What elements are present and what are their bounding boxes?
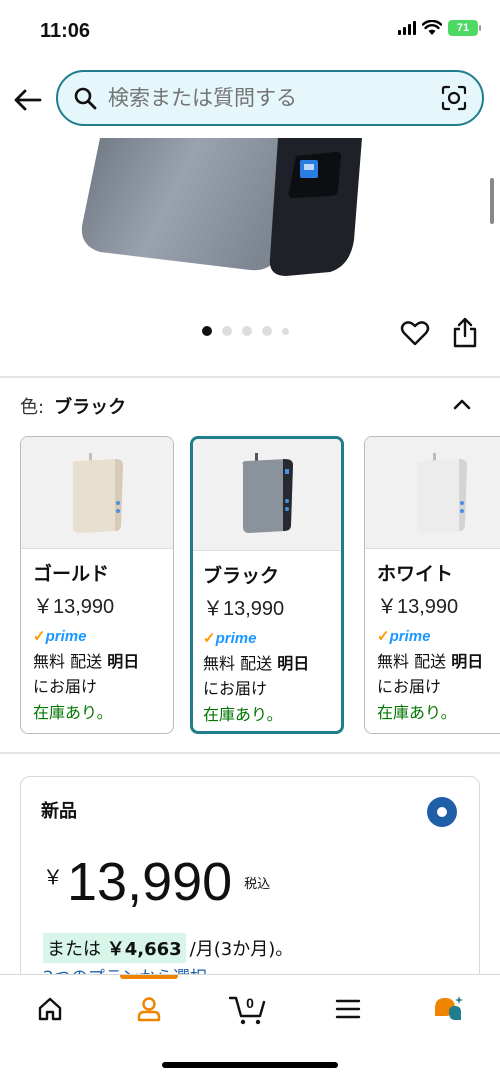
gallery-dot-active[interactable] — [202, 326, 212, 336]
home-icon — [38, 997, 62, 1021]
installment-term: /月(3か月)。 — [189, 939, 294, 960]
color-selector-header[interactable]: 色: ブラック — [20, 390, 480, 422]
price-currency: ￥ — [43, 867, 63, 889]
variant-delivery: 無料 配送 明日 にお届け — [203, 654, 310, 698]
gallery-dot[interactable] — [242, 326, 252, 336]
variant-card-black[interactable]: ブラック ￥13,990 ✓prime 無料 配送 明日 にお届け 在庫あり。 — [190, 436, 344, 734]
search-icon — [72, 85, 98, 111]
variant-price: ￥13,990 — [377, 596, 459, 618]
nav-home[interactable] — [30, 989, 70, 1029]
status-bar: 11:06 71 — [0, 0, 500, 62]
price-display: ￥ 13,990 税込 — [43, 851, 270, 913]
cart-icon: 0 — [228, 995, 266, 1025]
variant-name: ブラック — [203, 565, 280, 587]
cellular-signal-icon — [398, 21, 416, 35]
color-label: 色: — [20, 397, 45, 418]
color-selected-value: ブラック — [54, 397, 127, 418]
variant-delivery: 無料 配送 明日 にお届け — [33, 652, 140, 696]
gallery-pagination[interactable] — [202, 326, 289, 336]
installment-info: または ￥4,663 /月(3か月)。 — [43, 933, 293, 963]
chevron-up-icon[interactable] — [450, 392, 474, 416]
condition-title: 新品 — [41, 801, 77, 822]
variant-price: ￥13,990 — [33, 596, 115, 618]
prime-check-icon: ✓ — [33, 628, 46, 645]
wifi-icon — [422, 20, 442, 35]
back-arrow-icon — [14, 89, 42, 111]
prime-badge: ✓prime — [33, 628, 87, 645]
variant-delivery: 無料 配送 明日 にお届け — [377, 652, 484, 696]
nav-menu[interactable] — [328, 989, 368, 1029]
gallery-dot[interactable] — [282, 327, 289, 335]
user-icon — [137, 997, 161, 1022]
color-variant-list[interactable]: ゴールド ￥13,990 ✓prime 無料 配送 明日 にお届け 在庫あり。 ブ… — [20, 436, 500, 736]
section-divider — [0, 752, 500, 754]
nav-cart[interactable]: 0 — [228, 989, 268, 1029]
gallery-dot[interactable] — [262, 326, 272, 336]
prime-check-icon: ✓ — [377, 628, 390, 645]
share-icon[interactable] — [452, 316, 478, 348]
variant-price: ￥13,990 — [203, 598, 285, 620]
tax-note: 税込 — [244, 877, 271, 892]
scroll-indicator — [490, 178, 494, 224]
heart-icon[interactable] — [400, 318, 430, 348]
hamburger-menu-icon — [335, 999, 361, 1019]
status-icons: 71 — [398, 20, 481, 36]
battery-icon: 71 — [448, 20, 481, 36]
prime-badge: ✓prime — [377, 628, 431, 645]
installment-highlight: または ￥4,663 — [43, 933, 186, 963]
nav-account[interactable] — [129, 989, 169, 1029]
svg-text:0: 0 — [246, 995, 254, 1011]
prime-check-icon: ✓ — [203, 630, 216, 647]
status-time: 11:06 — [40, 20, 91, 42]
camera-search-icon[interactable] — [440, 84, 468, 112]
search-bar[interactable] — [56, 70, 484, 126]
section-divider — [0, 376, 500, 378]
variant-image — [193, 439, 341, 551]
home-indicator — [162, 1062, 338, 1068]
prime-badge: ✓prime — [203, 630, 257, 647]
back-button[interactable] — [12, 84, 44, 116]
variant-card-white[interactable]: ホワイト ￥13,990 ✓prime 無料 配送 明日 にお届け 在庫あり。 — [364, 436, 500, 734]
variant-name: ゴールド — [33, 563, 110, 585]
variant-stock: 在庫あり。 — [377, 703, 457, 722]
variant-image — [365, 437, 500, 549]
gallery-dot[interactable] — [222, 326, 232, 336]
variant-stock: 在庫あり。 — [203, 705, 283, 724]
variant-stock: 在庫あり。 — [33, 703, 113, 722]
product-image-gallery[interactable] — [0, 138, 500, 374]
search-header — [0, 62, 500, 138]
condition-radio-button[interactable] — [427, 797, 457, 827]
variant-image — [21, 437, 173, 549]
nav-active-indicator — [120, 975, 178, 979]
nav-assistant[interactable] — [428, 989, 468, 1029]
search-input[interactable] — [98, 86, 440, 110]
price-value: 13,990 — [67, 852, 233, 912]
variant-name: ホワイト — [377, 563, 454, 585]
assistant-chat-icon — [435, 996, 463, 1020]
variant-card-gold[interactable]: ゴールド ￥13,990 ✓prime 無料 配送 明日 にお届け 在庫あり。 — [20, 436, 174, 734]
